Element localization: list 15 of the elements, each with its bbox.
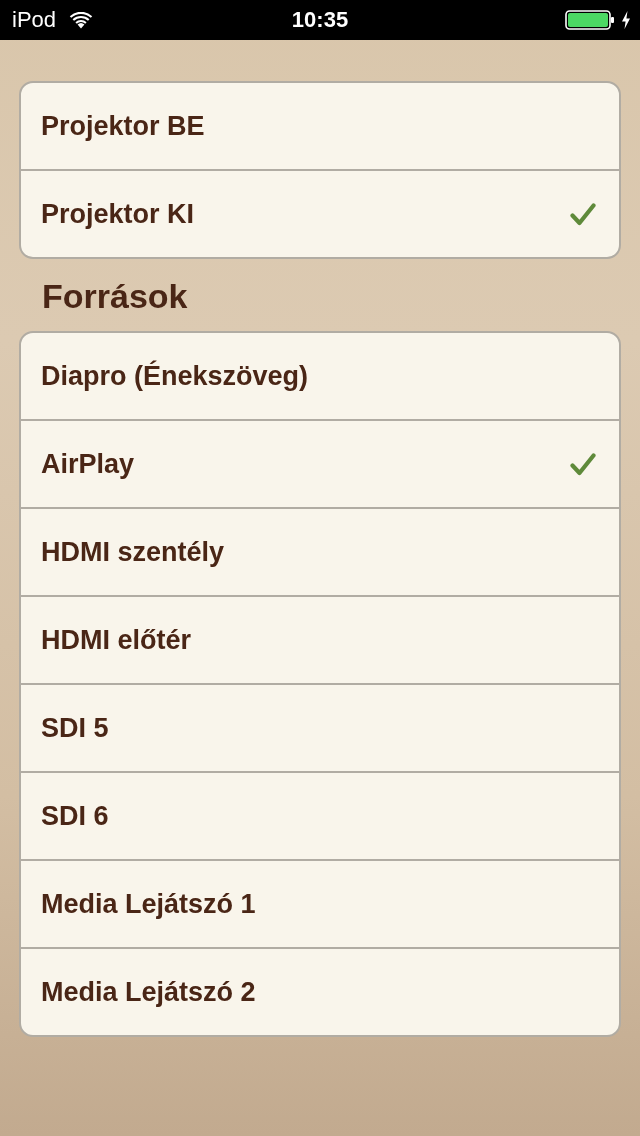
option-row[interactable]: SDI 6 — [21, 771, 619, 859]
option-row[interactable]: HDMI szentély — [21, 507, 619, 595]
option-row[interactable]: Media Lejátszó 1 — [21, 859, 619, 947]
battery-icon — [565, 10, 615, 30]
option-row[interactable]: SDI 5 — [21, 683, 619, 771]
section-header: Források — [41, 275, 189, 317]
clock-time: 10:35 — [291, 7, 349, 33]
option-row[interactable]: Projektor KI — [21, 169, 619, 257]
carrier-label: iPod — [12, 7, 57, 33]
option-row[interactable]: Diapro (Énekszöveg) — [21, 333, 619, 419]
option-row[interactable]: AirPlay — [21, 419, 619, 507]
option-row[interactable]: Media Lejátszó 2 — [21, 947, 619, 1035]
option-row[interactable]: Projektor BE — [21, 83, 619, 169]
wifi-icon — [69, 11, 94, 29]
option-row[interactable]: HDMI előtér — [21, 595, 619, 683]
